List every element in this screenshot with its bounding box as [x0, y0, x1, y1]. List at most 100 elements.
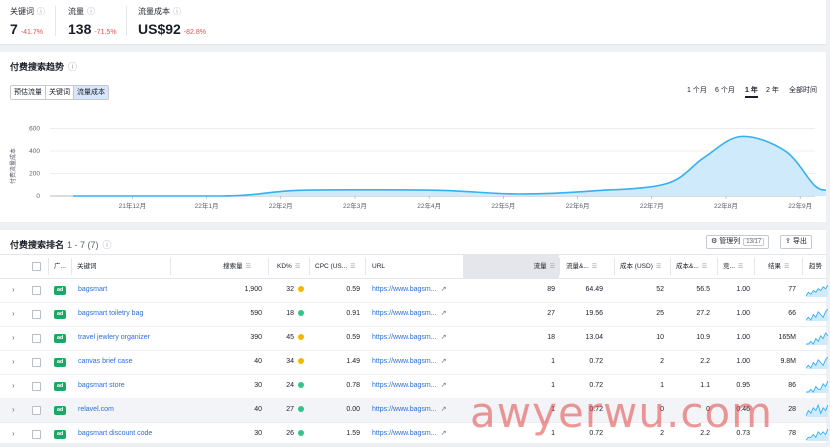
row-checkbox[interactable]	[32, 406, 41, 415]
col-results-label: 结果	[768, 263, 781, 270]
kpi-value[interactable]: 7	[10, 21, 18, 37]
x-tick-label: 22年2月	[269, 201, 293, 210]
col-trend[interactable]: 趋势	[809, 255, 826, 278]
tab-estimated-traffic[interactable]: 预估流量	[11, 86, 46, 99]
url-link[interactable]: https://www.bagsm...	[372, 334, 437, 341]
row-checkbox[interactable]	[32, 430, 41, 439]
external-link-icon[interactable]: ↗	[441, 382, 447, 389]
expand-chevron-icon[interactable]: ›	[12, 326, 20, 350]
col-ad[interactable]: 广...	[54, 255, 70, 278]
keyword-link[interactable]: bagsmart toiletry bag	[78, 302, 170, 326]
divider	[670, 258, 671, 275]
period-1-month[interactable]: 1 个月	[687, 85, 707, 95]
external-link-icon[interactable]: ↗	[441, 286, 447, 293]
kpi-delta: -82.8%	[183, 29, 206, 36]
trend-sparkline	[806, 284, 828, 297]
period-1-year[interactable]: 1 年	[745, 85, 758, 98]
external-link-icon[interactable]: ↗	[441, 358, 447, 365]
expand-chevron-icon[interactable]: ›	[12, 278, 20, 302]
info-icon[interactable]: ⓘ	[68, 62, 77, 72]
export-label: 导出	[792, 238, 807, 245]
row-checkbox[interactable]	[32, 358, 41, 367]
table-row[interactable]: › ad canvas brief case 40 34 1.49 https://www.…	[0, 350, 828, 375]
tab-traffic-cost[interactable]: 流量成本	[74, 86, 108, 99]
export-button[interactable]: ⇪ 导出	[780, 235, 812, 249]
kpi-delta: -41.7%	[20, 29, 43, 36]
url-link[interactable]: https://www.bagsm...	[372, 286, 437, 293]
kpi-traffic-cost: 流量成本 ⓘ US$92 -82.8%	[138, 6, 206, 39]
search-volume: 30	[254, 430, 262, 437]
expand-chevron-icon[interactable]: ›	[12, 398, 20, 422]
external-link-icon[interactable]: ↗	[441, 430, 447, 437]
col-cost[interactable]: 成本 (USD) ☰	[620, 255, 670, 278]
keyword-link[interactable]: travel jewlery organizer	[78, 326, 170, 350]
expand-chevron-icon[interactable]: ›	[12, 350, 20, 374]
keyword-link[interactable]: bagsmart discount code	[78, 422, 170, 446]
y-tick-label: 200	[29, 171, 40, 178]
ad-badge: ad	[54, 310, 67, 319]
table-row[interactable]: › ad bagsmart toiletry bag 590 18 0.91 https:/…	[0, 302, 828, 327]
competition-value: 1.00	[736, 358, 750, 365]
keyword-link[interactable]: bagsmart store	[78, 374, 170, 398]
results-value: 9.8M	[780, 358, 796, 365]
kpi-value[interactable]: 138	[68, 21, 91, 37]
kd-value: 45	[286, 334, 294, 341]
cpc-value: 0.78	[346, 382, 360, 389]
select-all-checkbox[interactable]	[32, 262, 41, 271]
col-cost-pct[interactable]: 成本&... ☰	[676, 255, 716, 278]
col-kd-label: KD%	[277, 263, 292, 270]
period-6-months[interactable]: 6 个月	[715, 85, 735, 95]
col-kd[interactable]: KD% ☰	[277, 255, 307, 278]
kpi-summary: 关键词 ⓘ 7 -41.7% 流量 ⓘ 138 -71.5% 流量成本 ⓘ US$92 -8…	[0, 0, 826, 45]
traffic-cost-chart[interactable]: 0 200 400 600 21年12月 22年1月 22年2月 22年3月 22年4月 22年…	[0, 114, 826, 222]
info-icon[interactable]: ⓘ	[103, 240, 112, 250]
url-link[interactable]: https://www.bagsm...	[372, 310, 437, 317]
external-link-icon[interactable]: ↗	[441, 334, 447, 341]
col-traffic-pct[interactable]: 流量&... ☰	[566, 255, 608, 278]
col-traffic[interactable]: 流量 ☰	[505, 255, 555, 278]
col-volume-label: 搜索量	[223, 263, 243, 270]
watermark-text: awyerwu.com	[470, 388, 774, 437]
search-volume: 1,900	[244, 286, 262, 293]
results-value: 77	[788, 286, 796, 293]
row-checkbox[interactable]	[32, 334, 41, 343]
table-row[interactable]: › ad travel jewlery organizer 390 45 0.59 http…	[0, 326, 828, 351]
expand-chevron-icon[interactable]: ›	[12, 302, 20, 326]
cost-value: 2	[660, 358, 664, 365]
col-volume[interactable]: 搜索量 ☰	[205, 255, 251, 278]
col-results[interactable]: 结果 ☰	[768, 255, 798, 278]
expand-chevron-icon[interactable]: ›	[12, 422, 20, 446]
tab-keywords[interactable]: 关键词	[46, 86, 74, 99]
cpc-value: 0.59	[346, 286, 360, 293]
row-checkbox[interactable]	[32, 382, 41, 391]
divider	[71, 258, 72, 275]
period-all-time[interactable]: 全部时间	[789, 85, 817, 95]
row-checkbox[interactable]	[32, 310, 41, 319]
url-link[interactable]: https://www.bagsm...	[372, 382, 437, 389]
cost-pct-value: 2.2	[700, 358, 710, 365]
info-icon[interactable]: ⓘ	[173, 7, 181, 16]
row-checkbox[interactable]	[32, 286, 41, 295]
external-link-icon[interactable]: ↗	[441, 310, 447, 317]
col-url[interactable]: URL	[372, 255, 412, 278]
keyword-link[interactable]: relavel.com	[78, 398, 170, 422]
info-icon[interactable]: ⓘ	[37, 7, 45, 16]
period-2-years[interactable]: 2 年	[766, 85, 779, 95]
external-link-icon[interactable]: ↗	[441, 406, 447, 413]
url-link[interactable]: https://www.bagsm...	[372, 358, 437, 365]
col-competition[interactable]: 竞... ☰	[723, 255, 745, 278]
col-keyword[interactable]: 关键词	[77, 255, 157, 278]
search-volume: 30	[254, 382, 262, 389]
url-link[interactable]: https://www.bagsm...	[372, 430, 437, 437]
keyword-link[interactable]: bagsmart	[78, 278, 170, 302]
kpi-value[interactable]: US$92	[138, 21, 181, 37]
manage-columns-button[interactable]: ⚙ 管理列 13/17	[706, 235, 770, 249]
col-cpc[interactable]: CPC (US... ☰	[315, 255, 361, 278]
cost-value: 25	[656, 310, 664, 317]
expand-chevron-icon[interactable]: ›	[12, 374, 20, 398]
kd-dot	[298, 382, 304, 389]
info-icon[interactable]: ⓘ	[87, 7, 95, 16]
table-row[interactable]: › ad bagsmart 1,900 32 0.59 https://www.bagsm.…	[0, 278, 828, 303]
keyword-link[interactable]: canvas brief case	[78, 350, 170, 374]
url-link[interactable]: https://www.bagsm...	[372, 406, 437, 413]
